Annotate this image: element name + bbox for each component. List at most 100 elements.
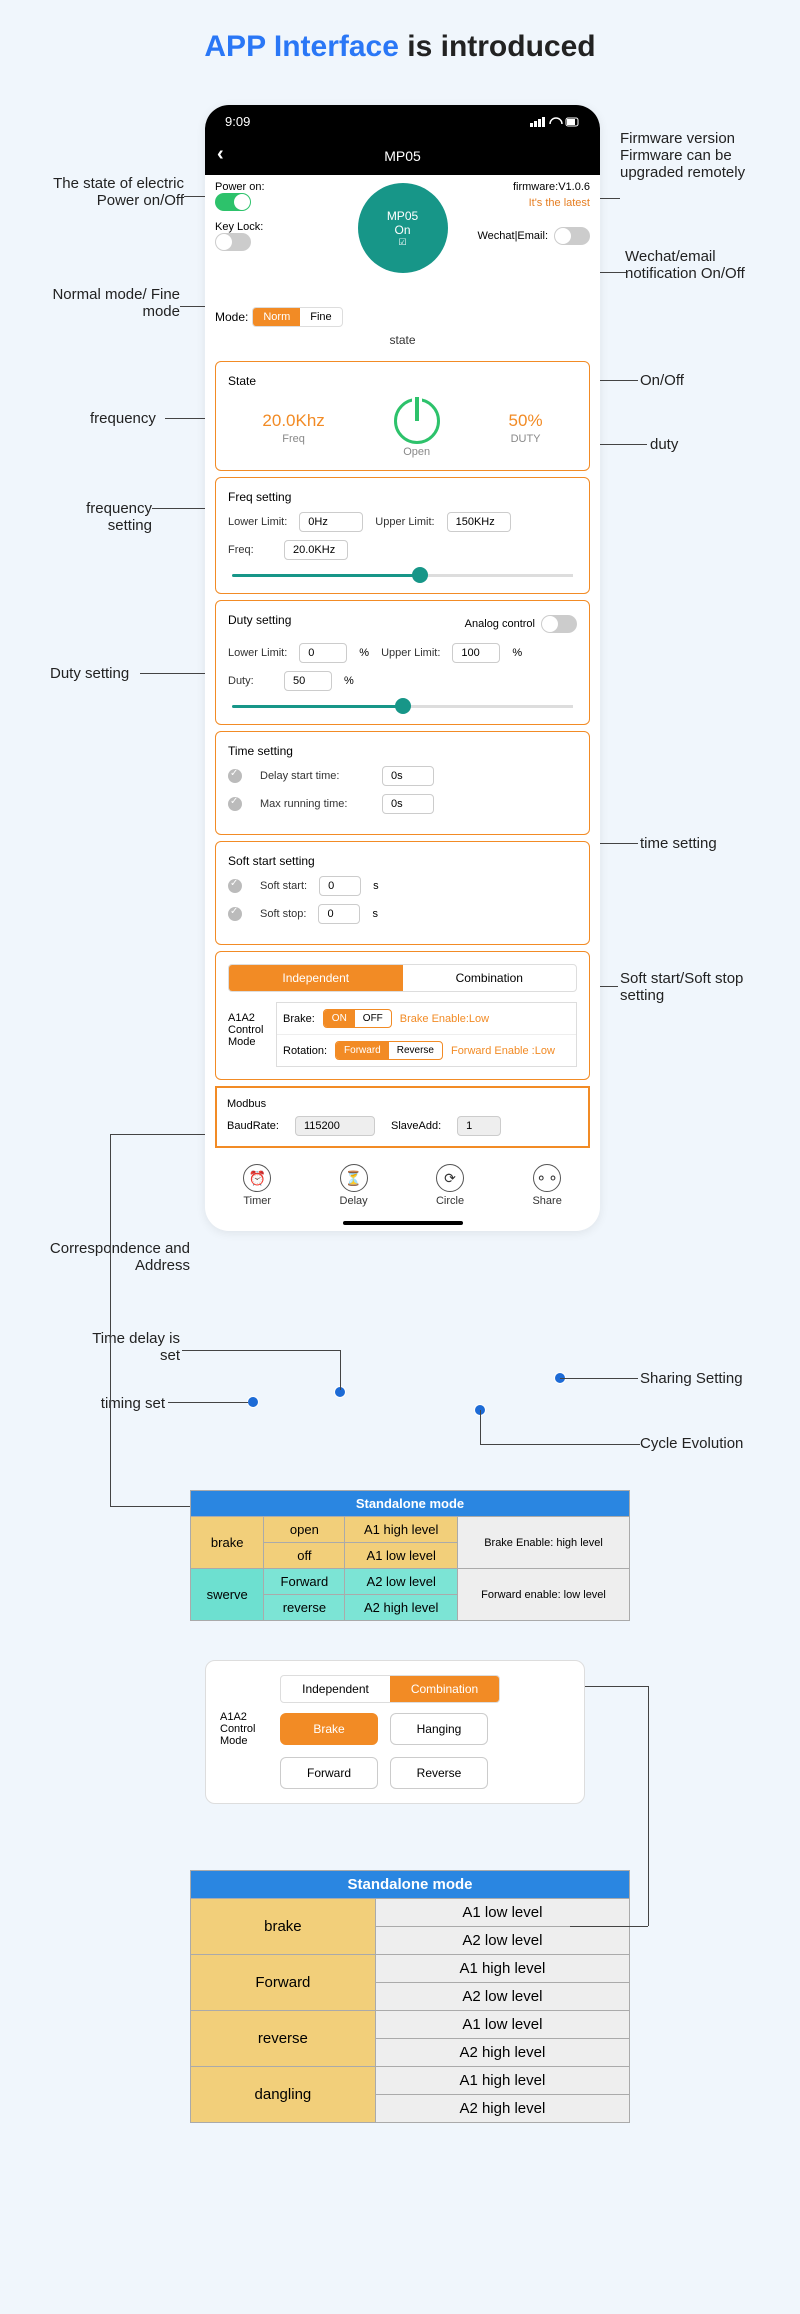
brake-on[interactable]: ON	[324, 1010, 355, 1027]
freq-input-label: Freq:	[228, 544, 272, 556]
freq-slider-handle[interactable]	[412, 567, 428, 583]
table-cell: reverse	[264, 1595, 345, 1621]
mode-norm[interactable]: Norm	[253, 308, 300, 326]
freq-lower-input[interactable]	[299, 512, 363, 532]
check-icon: ☑	[398, 237, 406, 248]
mini-phone: A1A2 Control Mode Independent Combinatio…	[205, 1660, 585, 1804]
ctrl-mode-label: A1A2 Control Mode	[228, 1002, 276, 1067]
top-right-col: firmware:V1.0.6 It's the latest Wechat|E…	[455, 181, 590, 245]
keylock-toggle[interactable]	[215, 233, 251, 251]
share-button[interactable]: ⚬⚬ Share	[532, 1164, 561, 1207]
annot-freq: frequency	[90, 410, 156, 427]
delay-button[interactable]: ⏳ Delay	[340, 1164, 368, 1207]
clock-icon: ⏰	[243, 1164, 271, 1192]
duty-input-label: Duty:	[228, 675, 272, 687]
duty-slider[interactable]	[232, 705, 573, 708]
table-cell: A1 low level	[375, 1899, 629, 1927]
tab-independent[interactable]: Independent	[229, 965, 403, 991]
freq-upper-label: Upper Limit:	[375, 516, 434, 528]
mini-tabs[interactable]: Independent Combination	[280, 1675, 500, 1703]
back-icon[interactable]: ‹	[217, 143, 224, 166]
duty-lower-label: Lower Limit:	[228, 647, 287, 659]
brake-select[interactable]: ON OFF	[323, 1009, 392, 1028]
freq-input[interactable]	[284, 540, 348, 560]
tab-combination[interactable]: Combination	[403, 965, 577, 991]
rot-reverse[interactable]: Reverse	[389, 1042, 442, 1059]
table-cell: Forward enable: low level	[458, 1569, 630, 1621]
device-badge[interactable]: MP05 On ☑	[358, 183, 448, 273]
annot-wechat: Wechat/email notification On/Off	[625, 248, 775, 282]
annot-cycle: Cycle Evolution	[640, 1435, 743, 1452]
annot-soft: Soft start/Soft stop setting	[620, 970, 790, 1004]
duty-upper-input[interactable]	[452, 643, 500, 663]
duty-slider-handle[interactable]	[395, 698, 411, 714]
analog-label: Analog control	[465, 618, 535, 630]
annot-time: time setting	[640, 835, 717, 852]
annot-timing: timing set	[65, 1395, 165, 1412]
mini-brake-button[interactable]: Brake	[280, 1713, 378, 1745]
freq-col: 20.0Khz Freq	[262, 411, 324, 445]
duty-value: 50%	[509, 411, 543, 431]
mode-fine[interactable]: Fine	[300, 308, 341, 326]
modbus-card: Modbus BaudRate: SlaveAdd:	[215, 1086, 590, 1148]
check-icon	[228, 907, 242, 921]
brake-off[interactable]: OFF	[355, 1010, 391, 1027]
circle-button[interactable]: ⟳ Circle	[436, 1164, 464, 1207]
timer-button[interactable]: ⏰ Timer	[243, 1164, 271, 1207]
mini-tab-combination[interactable]: Combination	[390, 1676, 499, 1702]
table-cell: A2 low level	[375, 1983, 629, 2011]
mode-select[interactable]: Norm Fine	[252, 307, 342, 327]
analog-toggle[interactable]	[541, 615, 577, 633]
mini-reverse-button[interactable]: Reverse	[390, 1757, 488, 1789]
power-label: Power on:	[215, 181, 265, 193]
mini-tab-independent[interactable]: Independent	[281, 1676, 390, 1702]
wechat-toggle[interactable]	[554, 227, 590, 245]
power-icon[interactable]	[394, 398, 440, 444]
slave-label: SlaveAdd:	[391, 1120, 441, 1132]
state-title: State	[228, 374, 577, 388]
freq-value: 20.0Khz	[262, 411, 324, 431]
duty-lower-input[interactable]	[299, 643, 347, 663]
duty-upper-label: Upper Limit:	[381, 647, 440, 659]
mini-forward-button[interactable]: Forward	[280, 1757, 378, 1789]
mini-hanging-button[interactable]: Hanging	[390, 1713, 488, 1745]
freq-upper-input[interactable]	[447, 512, 511, 532]
table-cell: reverse	[191, 2011, 376, 2067]
delay-input[interactable]	[382, 766, 434, 786]
rotation-select[interactable]: Forward Reverse	[335, 1041, 443, 1060]
sec-unit2: s	[372, 908, 378, 920]
freq-setting-card: Freq setting Lower Limit: Upper Limit: F…	[215, 477, 590, 594]
table-cell: Forward	[191, 1955, 376, 2011]
power-toggle[interactable]	[215, 193, 251, 211]
top-left-col: Power on: Key Lock:	[215, 181, 285, 261]
pct-unit: %	[359, 647, 369, 659]
freq-slider[interactable]	[232, 574, 573, 577]
pct-unit3: %	[344, 675, 354, 687]
annot-mode: Normal mode/ Fine mode	[50, 286, 180, 320]
badge-state: On	[394, 223, 410, 237]
table-cell: A2 low level	[375, 1927, 629, 1955]
modbus-title: Modbus	[227, 1098, 578, 1110]
slave-input[interactable]	[457, 1116, 501, 1136]
table-cell: A1 high level	[375, 2067, 629, 2095]
soft-stop-input[interactable]	[318, 904, 360, 924]
annot-freq-set: frequency setting	[52, 500, 152, 534]
maxtime-input[interactable]	[382, 794, 434, 814]
duty-input[interactable]	[284, 671, 332, 691]
table-standalone-2: Standalone mode brakeA1 low level A2 low…	[190, 1870, 630, 2123]
state-card: State 20.0Khz Freq Open 50% DUTY	[215, 361, 590, 471]
power-col: Open	[394, 398, 440, 458]
table-cell: open	[264, 1517, 345, 1543]
brake-label: Brake:	[283, 1013, 315, 1025]
annot-onoff: On/Off	[640, 372, 684, 389]
cycle-icon: ⟳	[436, 1164, 464, 1192]
wechat-label: Wechat|Email:	[477, 230, 548, 242]
baud-input[interactable]	[295, 1116, 375, 1136]
rot-forward[interactable]: Forward	[336, 1042, 389, 1059]
control-tabs[interactable]: Independent Combination	[228, 964, 577, 992]
freq-caption: Freq	[262, 433, 324, 445]
annot-sharing: Sharing Setting	[640, 1370, 743, 1387]
freq-lower-label: Lower Limit:	[228, 516, 287, 528]
soft-start-input[interactable]	[319, 876, 361, 896]
home-indicator	[343, 1221, 463, 1225]
